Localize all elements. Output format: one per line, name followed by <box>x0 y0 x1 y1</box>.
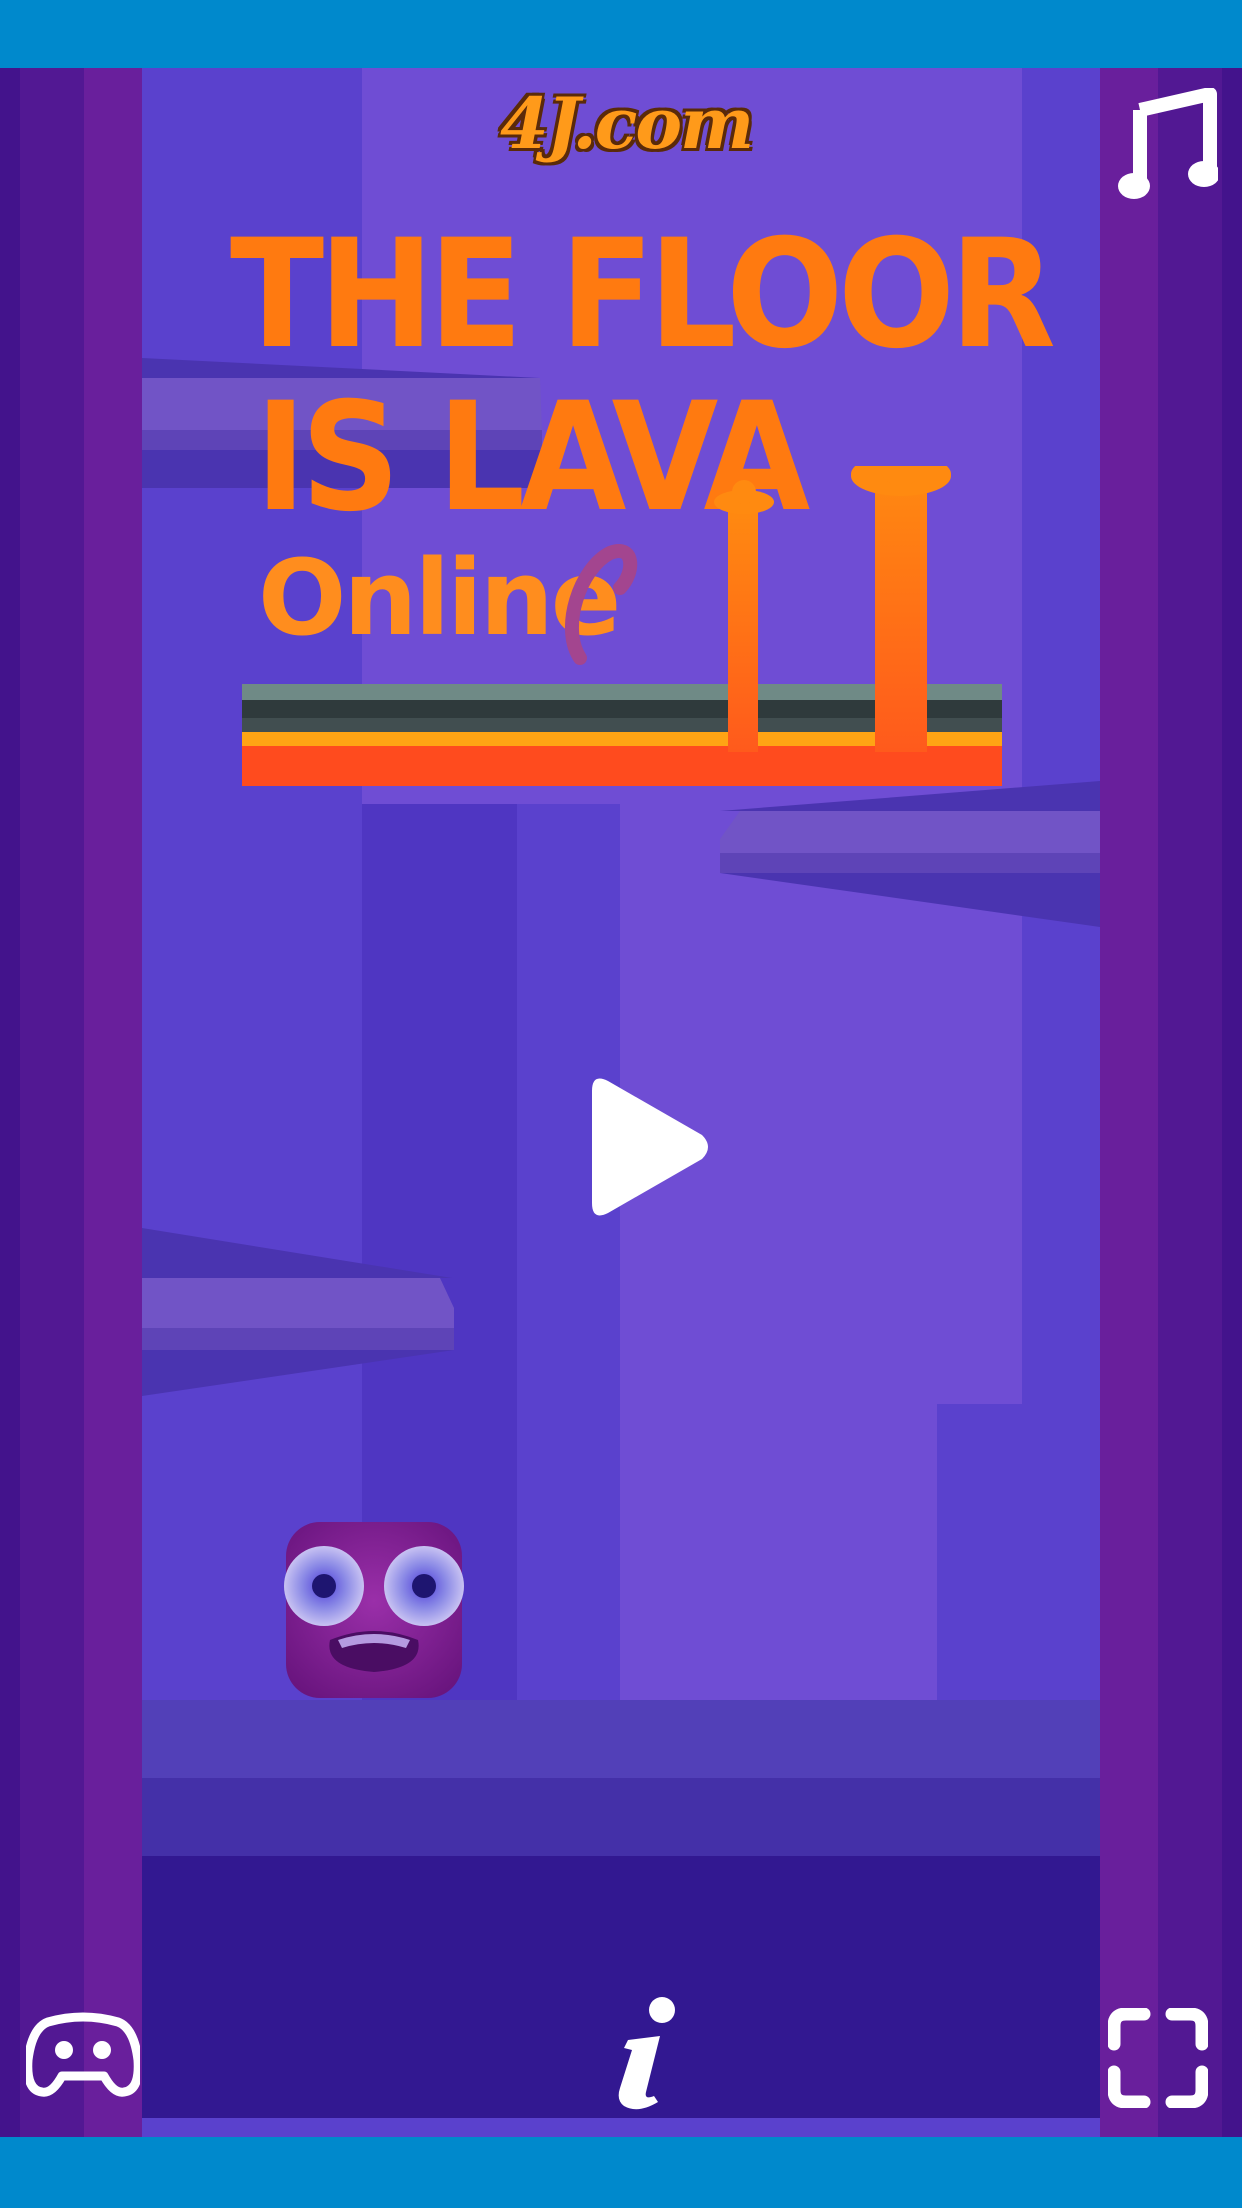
info-icon[interactable] <box>608 1996 684 2112</box>
right-wall <box>1222 68 1242 2137</box>
left-ledge-lower <box>142 1228 454 1396</box>
game-title-line-1: THE FLOOR <box>230 208 1056 382</box>
right-ledge <box>720 781 1100 927</box>
gamepad-icon[interactable] <box>26 2010 140 2100</box>
player-character <box>284 1522 464 1698</box>
floor <box>142 1700 1100 1778</box>
site-logo[interactable]: 4J.com <box>500 82 754 165</box>
lava-pillars <box>714 466 951 752</box>
right-wall <box>1100 68 1158 2137</box>
play-icon[interactable] <box>582 1073 714 1221</box>
floor <box>142 1778 1100 1856</box>
left-wall <box>0 68 20 2137</box>
hook-decoration <box>565 544 638 665</box>
game-canvas[interactable]: 4J.com THE FLOOR IS LAVA Online <box>0 68 1242 2137</box>
fullscreen-icon[interactable] <box>1108 2008 1208 2108</box>
left-wall <box>20 68 84 2137</box>
right-wall <box>1158 68 1222 2137</box>
music-icon[interactable] <box>1118 88 1218 204</box>
left-wall <box>84 68 142 2137</box>
